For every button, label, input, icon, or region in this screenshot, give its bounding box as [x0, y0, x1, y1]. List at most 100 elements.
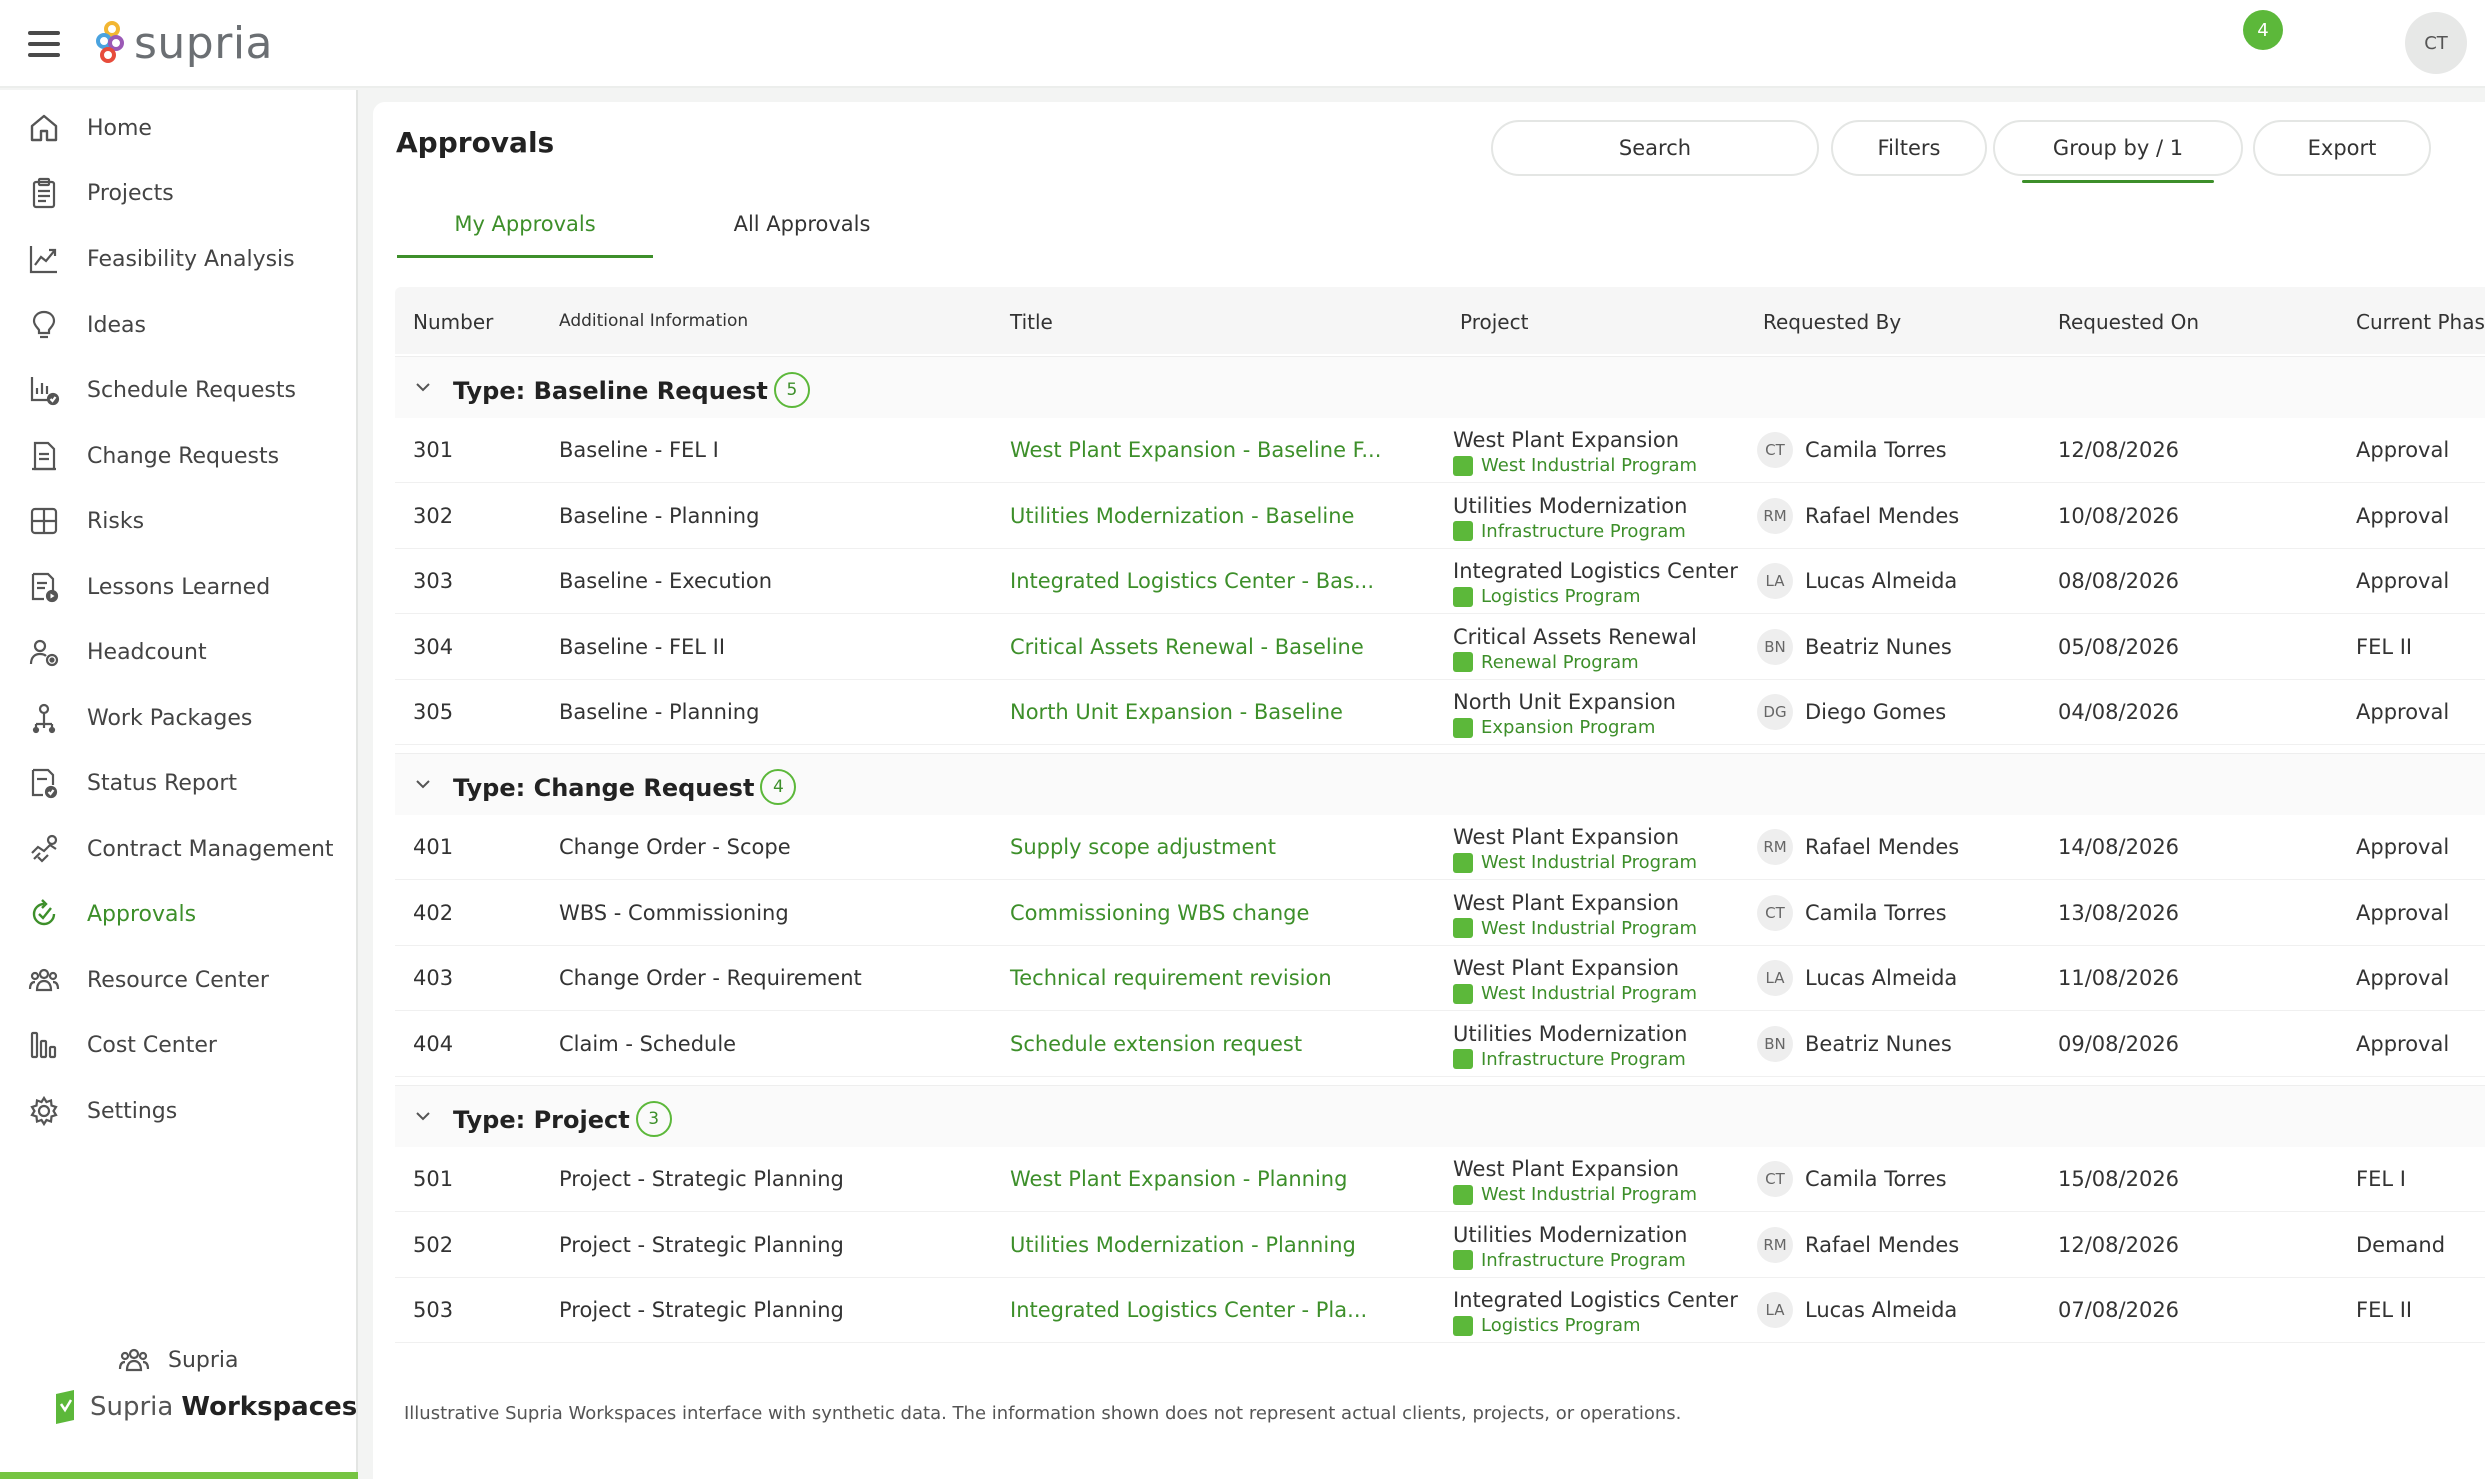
- column-header-current-phase[interactable]: Current Phas: [2356, 310, 2485, 334]
- program-tag[interactable]: Logistics Program: [1453, 1315, 1738, 1336]
- column-header-title[interactable]: Title: [1010, 310, 1053, 334]
- cell-requested-on: 12/08/2026: [2058, 1232, 2180, 1257]
- cell-title-link[interactable]: Integrated Logistics Center - Pla...: [1010, 1298, 1367, 1322]
- workspace-user[interactable]: Supria: [118, 1344, 239, 1376]
- program-color-swatch: [1453, 918, 1473, 938]
- sidebar-item-lessons-learned[interactable]: Lessons Learned: [0, 557, 356, 617]
- sidebar-item-risks[interactable]: Risks: [0, 491, 356, 551]
- cell-title-link[interactable]: Integrated Logistics Center - Bas...: [1010, 569, 1374, 593]
- table-row[interactable]: 503 Project - Strategic Planning Integrate…: [395, 1278, 2485, 1343]
- cell-title-link[interactable]: Supply scope adjustment: [1010, 835, 1276, 859]
- program-tag[interactable]: West Industrial Program: [1453, 455, 1697, 476]
- project-name[interactable]: Integrated Logistics Center: [1453, 1288, 1738, 1312]
- project-name[interactable]: West Plant Expansion: [1453, 891, 1697, 915]
- workspace-user-label: Supria: [168, 1347, 239, 1373]
- cell-additional-information: Project - Strategic Planning: [559, 1167, 844, 1191]
- project-name[interactable]: Utilities Modernization: [1453, 494, 1687, 518]
- search-button[interactable]: Search: [1491, 120, 1819, 176]
- group-header[interactable]: Type: Project 3: [395, 1085, 2485, 1147]
- cell-project: West Plant Expansion West Industrial Prog…: [1453, 891, 1697, 939]
- program-tag[interactable]: West Industrial Program: [1453, 852, 1697, 873]
- cell-title-link[interactable]: Commissioning WBS change: [1010, 901, 1309, 925]
- program-tag[interactable]: West Industrial Program: [1453, 1184, 1697, 1205]
- cell-number: 503: [413, 1298, 454, 1322]
- table-row[interactable]: 403 Change Order - Requirement Technical r…: [395, 946, 2485, 1011]
- table-row[interactable]: 301 Baseline - FEL I West Plant Expansion …: [395, 418, 2485, 483]
- sidebar-item-settings[interactable]: Settings: [0, 1081, 356, 1141]
- program-tag[interactable]: Logistics Program: [1453, 586, 1738, 607]
- sidebar-item-home[interactable]: Home: [0, 98, 356, 158]
- sidebar-item-feasibility[interactable]: Feasibility Analysis: [0, 229, 356, 289]
- sidebar-item-approvals[interactable]: Approvals: [0, 884, 356, 944]
- project-name[interactable]: North Unit Expansion: [1453, 690, 1676, 714]
- group-header[interactable]: Type: Baseline Request 5: [395, 356, 2485, 418]
- requester-name: Camila Torres: [1805, 438, 1947, 462]
- column-header-requested-on[interactable]: Requested On: [2058, 310, 2199, 334]
- table-row[interactable]: 401 Change Order - Scope Supply scope adju…: [395, 815, 2485, 880]
- project-name[interactable]: West Plant Expansion: [1453, 956, 1697, 980]
- table-row[interactable]: 303 Baseline - Execution Integrated Logist…: [395, 549, 2485, 614]
- cell-title-link[interactable]: Utilities Modernization - Planning: [1010, 1233, 1356, 1257]
- cell-current-phase: Demand: [2356, 1232, 2446, 1257]
- column-header-project[interactable]: Project: [1460, 310, 1528, 334]
- chevron-down-icon[interactable]: [413, 1106, 433, 1126]
- sidebar-item-schedule-requests[interactable]: Schedule Requests: [0, 360, 356, 420]
- group-by-button[interactable]: Group by / 1: [1993, 120, 2243, 176]
- chevron-down-icon[interactable]: [413, 774, 433, 794]
- hamburger-menu-icon[interactable]: [28, 31, 60, 57]
- project-name[interactable]: West Plant Expansion: [1453, 1157, 1697, 1181]
- table-row[interactable]: 501 Project - Strategic Planning West Plan…: [395, 1147, 2485, 1212]
- tab-all-approvals[interactable]: All Approvals: [673, 212, 931, 258]
- project-name[interactable]: West Plant Expansion: [1453, 428, 1697, 452]
- sidebar-item-change-requests[interactable]: Change Requests: [0, 426, 356, 486]
- sidebar-item-projects[interactable]: Projects: [0, 163, 356, 223]
- sidebar-item-headcount[interactable]: Headcount: [0, 622, 356, 682]
- cell-title-link[interactable]: Critical Assets Renewal - Baseline: [1010, 635, 1364, 659]
- sidebar-item-contract-management[interactable]: Contract Management: [0, 819, 356, 879]
- cell-title-link[interactable]: Utilities Modernization - Baseline: [1010, 504, 1354, 528]
- sidebar-item-status-report[interactable]: Status Report: [0, 753, 356, 813]
- notification-badge[interactable]: 4: [2243, 10, 2283, 50]
- column-header-number[interactable]: Number: [413, 310, 493, 334]
- table-row[interactable]: 304 Baseline - FEL II Critical Assets Rene…: [395, 615, 2485, 680]
- program-tag[interactable]: West Industrial Program: [1453, 983, 1697, 1004]
- app-logo[interactable]: supria: [96, 18, 273, 69]
- requester-name: Beatriz Nunes: [1805, 634, 1952, 659]
- chevron-down-icon[interactable]: [413, 377, 433, 397]
- table-row[interactable]: 402 WBS - Commissioning Commissioning WBS …: [395, 881, 2485, 946]
- cell-title-link[interactable]: West Plant Expansion - Planning: [1010, 1167, 1347, 1191]
- cell-title-link[interactable]: West Plant Expansion - Baseline F...: [1010, 438, 1381, 462]
- schedule-check-icon: [30, 377, 60, 406]
- program-tag[interactable]: West Industrial Program: [1453, 918, 1697, 939]
- project-name[interactable]: Integrated Logistics Center: [1453, 559, 1738, 583]
- program-tag[interactable]: Renewal Program: [1453, 652, 1697, 673]
- cell-title-link[interactable]: Technical requirement revision: [1010, 966, 1332, 990]
- project-name[interactable]: Utilities Modernization: [1453, 1022, 1687, 1046]
- table-row[interactable]: 305 Baseline - Planning North Unit Expansi…: [395, 680, 2485, 745]
- program-tag[interactable]: Infrastructure Program: [1453, 521, 1687, 542]
- sidebar-item-ideas[interactable]: Ideas: [0, 295, 356, 355]
- project-name[interactable]: West Plant Expansion: [1453, 825, 1697, 849]
- column-header-requested-by[interactable]: Requested By: [1763, 310, 1901, 334]
- tab-my-approvals[interactable]: My Approvals: [397, 212, 653, 258]
- project-name[interactable]: Utilities Modernization: [1453, 1223, 1687, 1247]
- project-name[interactable]: Critical Assets Renewal: [1453, 625, 1697, 649]
- column-header-additional-information[interactable]: Additional Information: [559, 311, 748, 331]
- cell-requested-by: BN Beatriz Nunes: [1757, 628, 1952, 665]
- table-row[interactable]: 302 Baseline - Planning Utilities Moderniz…: [395, 484, 2485, 549]
- program-tag[interactable]: Expansion Program: [1453, 717, 1676, 738]
- program-tag[interactable]: Infrastructure Program: [1453, 1049, 1687, 1070]
- sidebar-item-work-packages[interactable]: Work Packages: [0, 688, 356, 748]
- group-header[interactable]: Type: Change Request 4: [395, 753, 2485, 815]
- table-row[interactable]: 502 Project - Strategic Planning Utilities…: [395, 1213, 2485, 1278]
- table-row[interactable]: 404 Claim - Schedule Schedule extension re…: [395, 1012, 2485, 1077]
- sidebar-item-resource-center[interactable]: Resource Center: [0, 950, 356, 1010]
- filters-button[interactable]: Filters: [1831, 120, 1987, 176]
- cell-title-link[interactable]: Schedule extension request: [1010, 1032, 1302, 1056]
- sidebar-item-cost-center[interactable]: Cost Center: [0, 1015, 356, 1075]
- user-avatar[interactable]: CT: [2405, 12, 2467, 74]
- cell-title-link[interactable]: North Unit Expansion - Baseline: [1010, 700, 1343, 724]
- program-tag[interactable]: Infrastructure Program: [1453, 1250, 1687, 1271]
- export-button[interactable]: Export: [2253, 120, 2431, 176]
- check-cycle-icon: [32, 899, 56, 926]
